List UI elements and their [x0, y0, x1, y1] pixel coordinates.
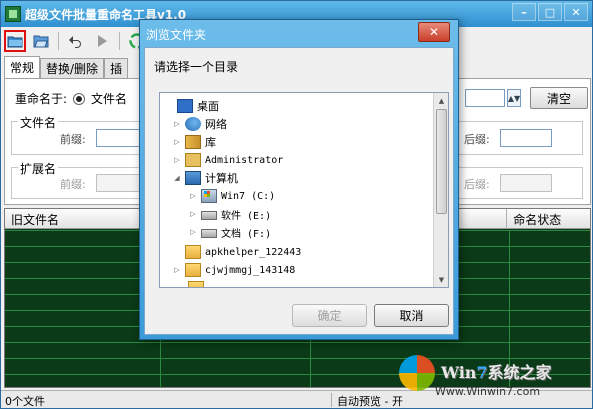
filename-radio-label: 文件名 [91, 92, 128, 106]
expand-arrow-icon[interactable]: ▷ [172, 266, 182, 274]
folder-icon [185, 263, 201, 277]
open-folder-icon[interactable] [4, 30, 26, 52]
library-icon [185, 135, 201, 149]
column-old-filename[interactable]: 旧文件名 [5, 209, 160, 229]
maximize-button[interactable]: □ [538, 3, 562, 21]
dialog-close-button[interactable]: ✕ [418, 22, 450, 42]
watermark-url: Www.Winwin7.com [435, 385, 541, 398]
extension-suffix-input[interactable] [500, 174, 552, 192]
toolbar-separator [58, 32, 59, 50]
file-count-status: 0个文件 [5, 395, 45, 408]
auto-preview-status: 自动预览 - 开 [337, 395, 403, 408]
filename-radio[interactable] [73, 92, 86, 105]
tree-item-drive-e[interactable]: ▷ 软件 (E:) [188, 205, 271, 223]
cancel-button[interactable]: 取消 [374, 304, 449, 327]
tree-item-library[interactable]: ▷ 库 [172, 133, 216, 151]
watermark: Win7系统之家 Www.Winwin7.com [395, 355, 585, 405]
clear-button[interactable]: 清空 [530, 87, 588, 109]
folder-tree[interactable]: 桌面 ▷ 网络 ▷ 库 ▷ Administrator ◢ 计算机 ▷ Win7… [159, 92, 449, 288]
rename-target-label: 重命名于: [15, 92, 68, 106]
system-drive-icon [201, 189, 217, 203]
dialog-body: 请选择一个目录 桌面 ▷ 网络 ▷ 库 ▷ Administrator ◢ 计算… [144, 47, 454, 335]
scroll-down-icon[interactable]: ▼ [434, 272, 448, 287]
tree-item-apkhelper[interactable]: apkhelper_122443 [172, 243, 301, 261]
status-divider [331, 393, 332, 407]
extension-suffix-label: 后缀: [464, 178, 490, 191]
tab-replace-delete[interactable]: 替换/删除 [40, 58, 105, 78]
scroll-up-icon[interactable]: ▲ [434, 93, 448, 108]
tab-insert[interactable]: 插 [104, 58, 129, 78]
dialog-title: 浏览文件夹 [146, 28, 207, 42]
user-folder-icon [185, 153, 201, 167]
folder-icon [188, 281, 204, 287]
windows-logo-icon [399, 355, 435, 391]
expand-arrow-icon[interactable]: ▷ [172, 138, 182, 146]
tree-item-partial[interactable] [188, 279, 208, 287]
column-rename-status[interactable]: 命名状态 [507, 209, 590, 229]
app-logo-icon [5, 6, 21, 22]
network-icon [185, 117, 201, 131]
filename-prefix-input[interactable] [96, 129, 144, 147]
browse-folder-dialog: 浏览文件夹 ✕ 请选择一个目录 桌面 ▷ 网络 ▷ 库 ▷ Administra… [139, 19, 459, 340]
filename-suffix-label: 后缀: [464, 133, 490, 146]
minimize-button[interactable]: – [512, 3, 536, 21]
tree-item-administrator[interactable]: ▷ Administrator [172, 151, 283, 169]
tab-general[interactable]: 常规 [4, 56, 41, 78]
extension-prefix-label: 前缀: [60, 178, 86, 191]
drive-icon [201, 211, 217, 220]
tree-item-desktop[interactable]: 桌面 [164, 97, 219, 115]
tab-strip: 常规 替换/删除 插 [4, 56, 129, 78]
tree-item-computer[interactable]: ◢ 计算机 [172, 169, 238, 187]
expand-arrow-icon[interactable]: ▷ [188, 228, 198, 236]
desktop-icon [177, 99, 193, 113]
close-button[interactable]: ✕ [564, 3, 588, 21]
open-file-icon[interactable] [30, 30, 52, 52]
ok-button[interactable]: 确定 [292, 304, 367, 327]
drive-icon [201, 229, 217, 238]
dialog-prompt: 请选择一个目录 [154, 60, 239, 74]
spinner-icon[interactable]: ▲▼ [507, 89, 521, 107]
expand-arrow-icon[interactable]: ▷ [188, 210, 198, 218]
folder-icon [185, 245, 201, 259]
filename-prefix-label: 前缀: [60, 133, 86, 146]
filename-suffix-input[interactable] [500, 129, 552, 147]
scroll-thumb[interactable] [436, 109, 447, 214]
expand-arrow-icon[interactable]: ▷ [172, 120, 182, 128]
collapse-arrow-icon[interactable]: ◢ [172, 174, 182, 182]
tree-item-drive-c[interactable]: ▷ Win7 (C:) [188, 187, 275, 205]
tree-scrollbar[interactable]: ▲ ▼ [433, 93, 448, 287]
tree-item-drive-f[interactable]: ▷ 文档 (F:) [188, 223, 271, 241]
rename-target-row: 重命名于: 文件名 [15, 90, 127, 107]
watermark-title: Win7系统之家 [441, 363, 552, 382]
tree-item-network[interactable]: ▷ 网络 [172, 115, 227, 133]
expand-arrow-icon[interactable]: ▷ [188, 192, 198, 200]
filename-group-title: 文件名 [18, 114, 59, 131]
tree-item-cjwjmmgj[interactable]: ▷ cjwjmmgj_143148 [172, 261, 295, 279]
extension-prefix-input[interactable] [96, 174, 144, 192]
toolbar-separator [119, 32, 120, 50]
undo-icon[interactable] [65, 30, 87, 52]
extension-group-title: 扩展名 [18, 160, 59, 177]
computer-icon [185, 171, 201, 185]
rename-extra-input[interactable] [465, 89, 505, 107]
play-icon[interactable] [91, 30, 113, 52]
expand-arrow-icon[interactable]: ▷ [172, 156, 182, 164]
